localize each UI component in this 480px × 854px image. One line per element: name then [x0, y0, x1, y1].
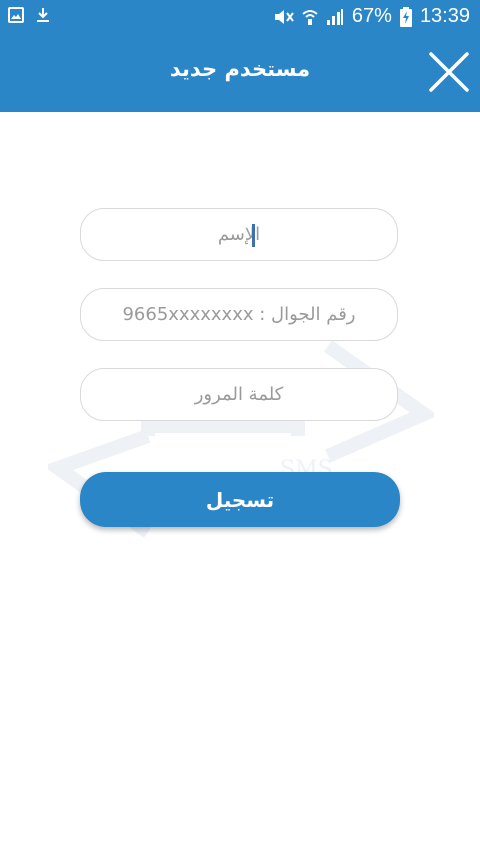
download-icon: [36, 7, 50, 23]
close-icon: [429, 52, 469, 92]
phone-field[interactable]: [80, 288, 398, 341]
close-button[interactable]: [428, 51, 470, 93]
wifi-icon: [302, 8, 318, 26]
battery-charging-icon: [399, 6, 412, 27]
text-cursor: [252, 224, 255, 247]
page-title: مستخدم جديد: [169, 57, 311, 81]
name-field[interactable]: [80, 208, 398, 261]
status-time: 13:39: [419, 5, 470, 27]
status-right-icons: 67% 13:39: [272, 5, 470, 28]
status-bar: 67% 13:39: [0, 0, 480, 33]
mute-icon: [272, 8, 294, 26]
app-bar: مستخدم جديد: [0, 33, 480, 112]
password-input[interactable]: [81, 369, 397, 420]
password-field[interactable]: [80, 368, 398, 421]
signal-icon: [326, 8, 344, 26]
status-left-icons: [8, 7, 50, 23]
image-icon: [8, 7, 24, 23]
register-button[interactable]: تسجيل: [80, 472, 400, 527]
phone-input[interactable]: [81, 289, 397, 340]
battery-percent: 67%: [351, 5, 392, 27]
name-input[interactable]: [81, 209, 397, 260]
